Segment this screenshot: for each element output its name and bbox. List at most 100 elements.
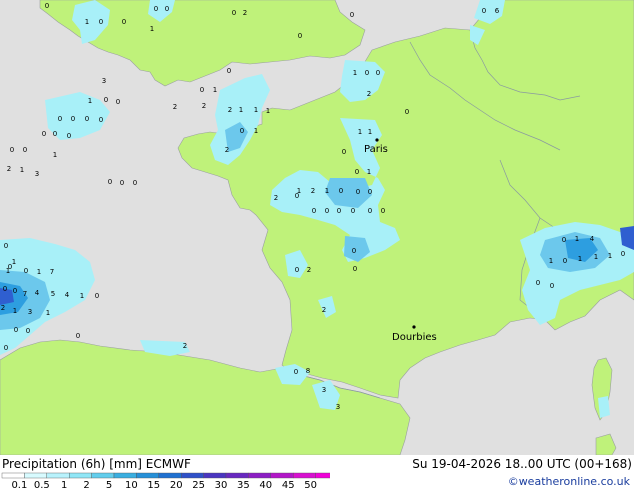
precip-value-label: 1	[368, 128, 372, 136]
precip-value-label: 0	[337, 207, 341, 215]
precip-value-label: 7	[50, 268, 54, 276]
precip-value-label: 0	[294, 368, 298, 376]
city-marker	[412, 325, 416, 329]
precip-value-label: 1	[37, 268, 41, 276]
precip-value-label: 6	[495, 7, 500, 15]
scale-color-box	[270, 472, 294, 479]
scale-color-box	[293, 472, 316, 479]
precip-value-label: 1	[594, 253, 598, 261]
precip-value-label: 7	[23, 290, 27, 298]
scale-tick-label: 0.1	[11, 480, 27, 490]
scale-color-box	[203, 472, 227, 479]
precip-value-label: 1	[85, 18, 89, 26]
scale-tick-label: 15	[147, 480, 160, 490]
precip-value-label: 0	[312, 207, 316, 215]
precip-value-label: 1	[367, 168, 371, 176]
map-title: Precipitation (6h) [mm] ECMWF	[2, 457, 191, 471]
precip-value-label: 3	[35, 170, 39, 178]
valid-time: Su 19-04-2026 18..00 UTC (00+168)	[412, 457, 632, 471]
precip-value-label: 1	[239, 106, 243, 114]
city-label-dourbies: Dourbies	[392, 332, 437, 343]
precip-value-label: 1	[266, 107, 270, 115]
scale-tick-label: 45	[282, 480, 295, 490]
scale-tick-label: 20	[170, 480, 183, 490]
precip-value-label: 0	[13, 287, 17, 295]
precip-value-label: 2	[183, 342, 187, 350]
precip-value-label: 0	[24, 267, 28, 275]
precip-value-label: 1	[213, 86, 217, 94]
precip-value-label: 3	[322, 386, 326, 394]
precip-value-label: 2	[307, 266, 311, 274]
precip-value-label: 1	[13, 307, 17, 315]
precip-value-label: 0	[99, 116, 103, 124]
precip-value-label: 1	[53, 151, 57, 159]
scale-tick-label: 2	[83, 480, 89, 490]
credit-link[interactable]: ©weatheronline.co.uk	[508, 475, 630, 488]
scale-color-box	[68, 472, 92, 479]
precip-value-label: 5	[51, 290, 55, 298]
precipitation-map: 01 0 010 0 0 200 0 601131 0 000 0 00 0 00 012 1 30 0 00102…	[0, 0, 634, 490]
precip-value-label: 0	[26, 327, 30, 335]
precip-value-label: 3	[28, 308, 32, 316]
precip-value-label: 0	[8, 263, 12, 271]
scale-color-box	[158, 472, 182, 479]
precip-value-label: 0	[353, 265, 357, 273]
precip-value-label: 0	[355, 168, 359, 176]
precip-value-label: 2	[1, 304, 5, 312]
precip-value-label: 2	[243, 9, 247, 17]
precip-value-label: 4	[35, 289, 40, 297]
scale-color-box	[315, 472, 330, 479]
precip-value-label: 2	[367, 90, 371, 98]
precip-value-label: 0	[10, 146, 14, 154]
precip-value-label: 0	[298, 32, 302, 40]
precip-value-label: 0	[116, 98, 120, 106]
precip-value-label: 2	[225, 146, 229, 154]
precip-value-label: 0	[23, 146, 27, 154]
scale-tick-label: 1	[61, 480, 67, 490]
precip-value-label: 1	[88, 97, 92, 105]
precip-value-label: 0	[4, 242, 8, 250]
precip-value-label: 0	[405, 108, 409, 116]
precip-value-label: 2	[311, 187, 315, 195]
scale-tick-label: 10	[125, 480, 138, 490]
precipitation-color-scale: 0.1 0.5 1 2 5 10 15 20 25 30 35 40 45 50	[1, 472, 330, 490]
scale-color-box	[180, 472, 204, 479]
precip-value-label: 1	[80, 292, 84, 300]
precip-value-label: 0	[368, 207, 372, 215]
city-label-paris: Paris	[364, 144, 388, 155]
scale-color-box	[24, 472, 47, 479]
scale-tick-label: 0.5	[34, 480, 50, 490]
precip-value-label: 0	[108, 178, 112, 186]
precip-value-label: 0	[351, 207, 355, 215]
precip-value-label: 2	[322, 306, 326, 314]
precip-value-label: 8	[306, 367, 310, 375]
precip-value-label: 0	[365, 69, 369, 77]
precip-value-label: 0	[14, 326, 18, 334]
precip-value-label: 0	[45, 2, 49, 10]
scale-tick-label: 5	[106, 480, 112, 490]
precip-value-label: 0	[352, 247, 356, 255]
scale-color-boxes	[1, 472, 330, 479]
scale-color-box	[46, 472, 70, 479]
scale-color-box	[1, 472, 25, 479]
precip-value-label: 0	[232, 9, 236, 17]
precip-value-label: 0	[350, 11, 354, 19]
precip-value-label: 0	[67, 132, 71, 140]
scale-color-box	[248, 472, 271, 479]
precip-value-label: 0	[122, 18, 126, 26]
city-marker	[375, 138, 379, 142]
precip-value-label: 0	[133, 179, 137, 187]
precip-value-label: 0	[53, 130, 57, 138]
precip-value-label: 0	[99, 18, 103, 26]
precip-value-label: 1	[12, 258, 16, 266]
precip-value-label: 1	[325, 187, 329, 195]
precip-value-label: 0	[342, 148, 346, 156]
scale-tick-label: 35	[237, 480, 250, 490]
precip-value-label: 4	[65, 291, 70, 299]
precip-value-label: 0	[621, 250, 625, 258]
precip-value-label: 0	[536, 279, 540, 287]
precip-value-label: 0	[563, 257, 567, 265]
precip-value-label: 0	[562, 236, 566, 244]
map-footer: Precipitation (6h) [mm] ECMWF Su 19-04-2…	[0, 455, 634, 490]
precip-value-label: 0	[42, 130, 46, 138]
